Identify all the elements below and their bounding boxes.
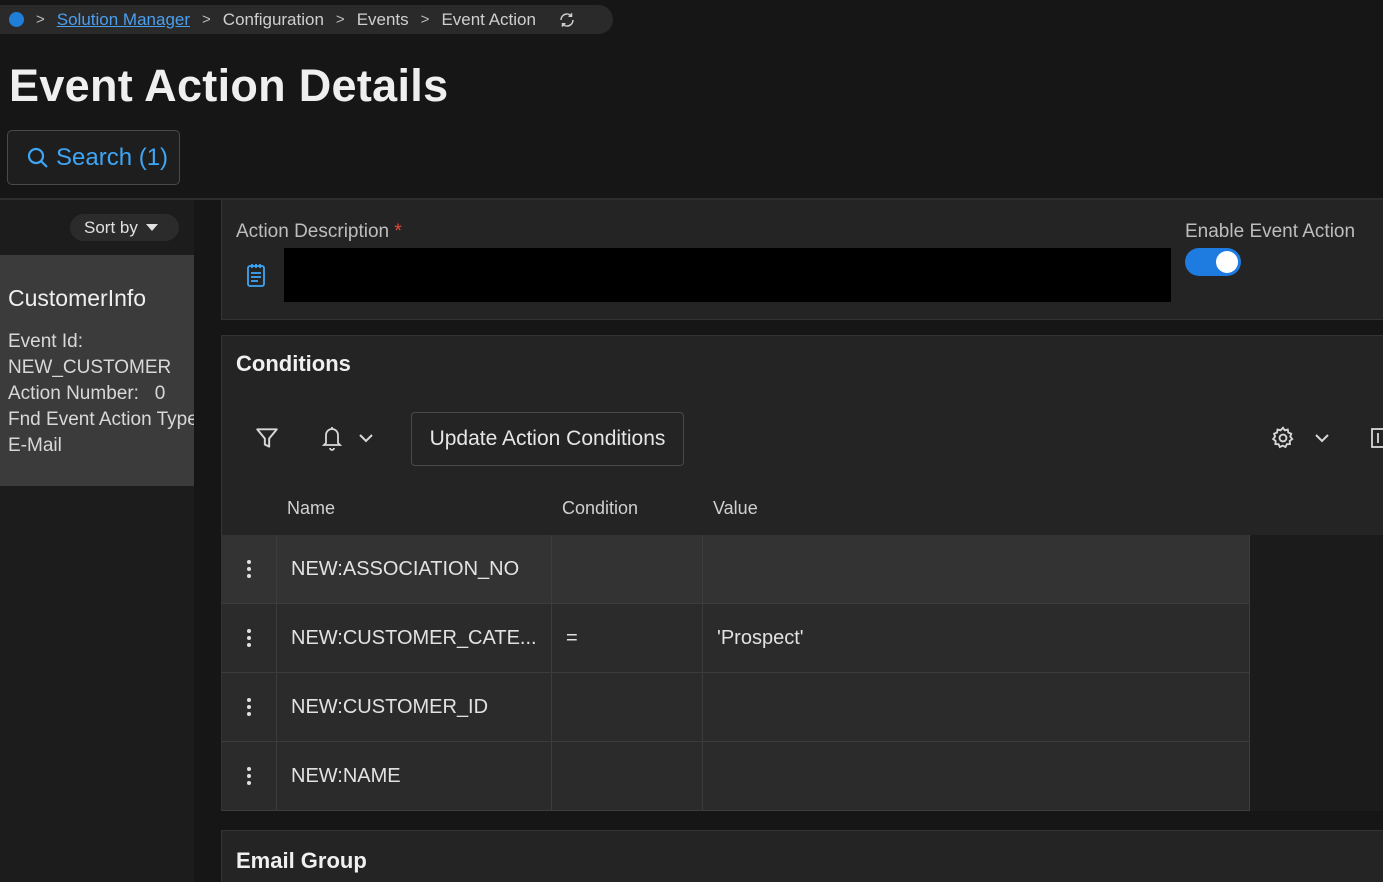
bell-icon	[321, 427, 343, 451]
chevron-right-icon: >	[36, 11, 45, 28]
record-card-line: E-Mail	[8, 435, 62, 456]
page-title: Event Action Details	[9, 60, 449, 111]
conditions-table: NEW:ASSOCIATION_NO NEW:CUSTOMER_CATE... …	[222, 535, 1250, 811]
action-description-value[interactable]	[284, 248, 1171, 302]
cell-condition: =	[552, 604, 703, 672]
cell-name: NEW:CUSTOMER_CATE...	[277, 604, 552, 672]
gear-icon	[1271, 426, 1294, 449]
column-header-value[interactable]: Value	[713, 498, 758, 519]
column-header-name[interactable]: Name	[287, 498, 335, 519]
search-icon	[27, 147, 48, 168]
update-action-conditions-button[interactable]: Update Action Conditions	[411, 412, 684, 466]
table-row[interactable]: NEW:ASSOCIATION_NO	[222, 535, 1250, 604]
chevron-down-icon	[1315, 434, 1329, 443]
sort-by-label: Sort by	[84, 217, 138, 237]
record-card-line: NEW_CUSTOMER	[8, 357, 172, 378]
toggle-knob	[1216, 251, 1238, 273]
enable-event-action-label: Enable Event Action	[1185, 221, 1356, 242]
required-mark: *	[394, 221, 402, 242]
email-group-title: Email Group	[236, 848, 367, 873]
refresh-icon[interactable]	[558, 11, 576, 29]
conditions-title: Conditions	[236, 351, 351, 376]
cell-name: NEW:ASSOCIATION_NO	[277, 535, 552, 603]
column-chooser-icon[interactable]	[1370, 427, 1383, 449]
breadcrumb-event-action: Event Action	[441, 9, 536, 29]
table-row[interactable]: NEW:CUSTOMER_ID	[222, 673, 1250, 742]
chevron-down-icon	[359, 434, 373, 443]
chevron-right-icon: >	[335, 11, 345, 28]
sidebar-gutter	[194, 200, 221, 882]
more-vertical-icon	[247, 629, 251, 647]
record-card-line: Fnd Event Action Type	[8, 409, 194, 430]
search-button-label: Search (1)	[56, 143, 169, 171]
column-header-condition[interactable]: Condition	[562, 498, 638, 519]
notepad-icon	[246, 262, 268, 288]
table-row[interactable]: NEW:CUSTOMER_CATE... = 'Prospect'	[222, 604, 1250, 673]
row-menu-button[interactable]	[222, 535, 277, 603]
row-menu-button[interactable]	[222, 742, 277, 810]
breadcrumb-configuration[interactable]: Configuration	[223, 10, 324, 30]
table-row[interactable]: NEW:NAME	[222, 742, 1250, 811]
filter-icon[interactable]	[254, 425, 280, 451]
more-vertical-icon	[247, 560, 251, 578]
search-button[interactable]: Search (1)	[7, 130, 180, 185]
cell-value: 'Prospect'	[703, 604, 1250, 672]
caret-down-icon	[145, 224, 158, 231]
cell-name: NEW:CUSTOMER_ID	[277, 673, 552, 741]
action-description-label: Action Description *	[236, 221, 402, 242]
table-empty-area	[1250, 535, 1383, 811]
record-card-title: CustomerInfo	[8, 285, 147, 311]
cell-value	[703, 673, 1250, 741]
cell-condition	[552, 742, 703, 810]
sort-by-button[interactable]: Sort by	[70, 214, 179, 241]
enable-event-action-toggle[interactable]	[1185, 248, 1241, 276]
row-menu-button[interactable]	[222, 673, 277, 741]
more-vertical-icon	[247, 767, 251, 785]
breadcrumb-solution-manager[interactable]: Solution Manager	[57, 10, 190, 30]
notification-menu-button[interactable]	[320, 424, 374, 452]
cell-name: NEW:NAME	[277, 742, 552, 810]
record-card[interactable]: CustomerInfo Event Id: NEW_CUSTOMER Acti…	[0, 255, 194, 486]
cell-condition	[552, 535, 703, 603]
more-vertical-icon	[247, 698, 251, 716]
record-card-line: Action Number: 0	[8, 383, 166, 404]
action-description-field[interactable]	[246, 248, 1171, 302]
settings-menu-button[interactable]	[1270, 425, 1330, 451]
conditions-panel: Conditions Update Action Conditions Name…	[221, 335, 1383, 811]
email-group-panel: Email Group	[221, 830, 1383, 882]
record-card-line: Event Id:	[8, 331, 83, 352]
breadcrumb: > Solution Manager > Configuration > Eve…	[0, 5, 613, 34]
row-menu-button[interactable]	[222, 604, 277, 672]
breadcrumb-events[interactable]: Events	[357, 10, 409, 30]
chevron-right-icon: >	[202, 11, 211, 28]
sidebar: Sort by CustomerInfo Event Id: NEW_CUSTO…	[0, 200, 194, 882]
chevron-right-icon: >	[420, 11, 430, 28]
cell-value	[703, 535, 1250, 603]
cell-condition	[552, 673, 703, 741]
details-panel: Action Description * Enable Event Action	[221, 200, 1383, 320]
cell-value	[703, 742, 1250, 810]
home-dot-icon[interactable]	[9, 12, 24, 27]
